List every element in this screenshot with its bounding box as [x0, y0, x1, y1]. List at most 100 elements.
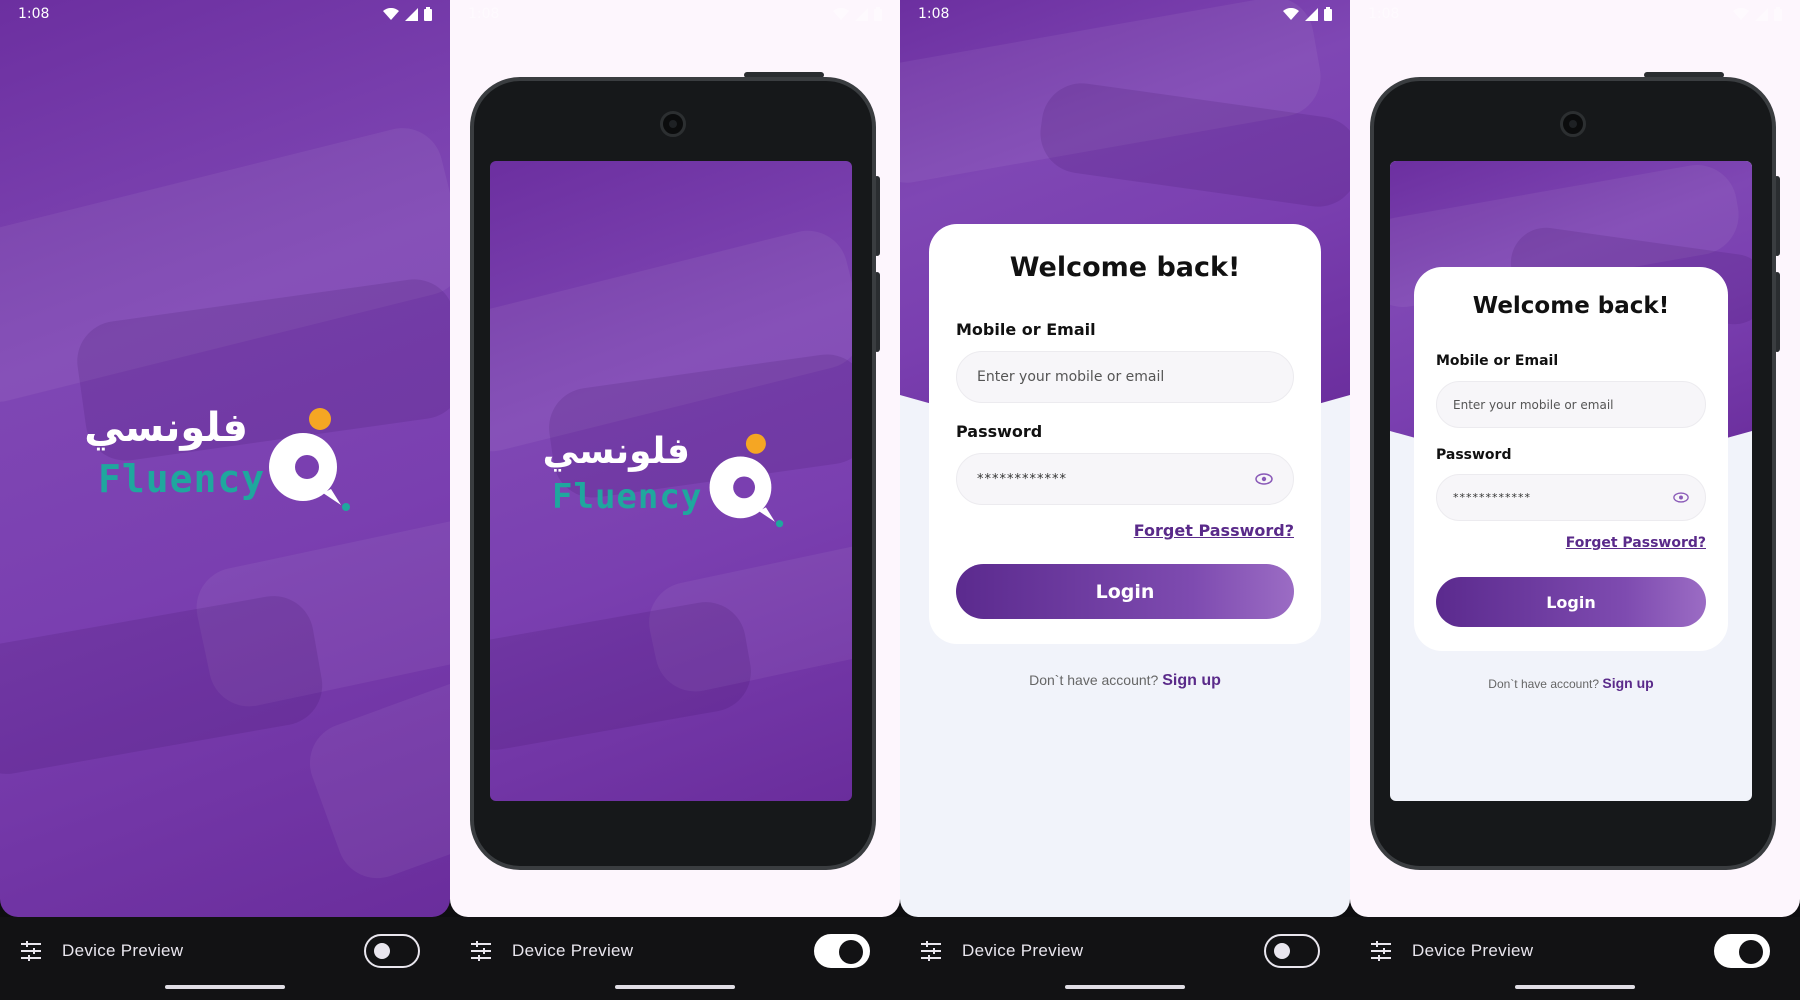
device-preview-label: Device Preview [1412, 941, 1534, 960]
toggle-knob [1739, 940, 1763, 964]
panel-login-fullscreen: 1:08 Welcome back! Mobile or Email Enter… [900, 0, 1350, 1000]
battery-icon [874, 7, 882, 21]
password-value: ************ [1453, 491, 1531, 504]
password-field[interactable]: ************ [956, 453, 1294, 505]
device-preview-bar: Device Preview [0, 917, 450, 1000]
tune-icon[interactable] [920, 940, 942, 962]
device-preview-gallery: 1:08 فلونسي Fluency Device Preview 1:08 … [0, 0, 1800, 1000]
status-time: 1:08 [918, 6, 950, 22]
status-time: 1:08 [18, 6, 50, 22]
device-preview-bar: Device Preview [900, 917, 1350, 1000]
login-screen: 1:08 Welcome back! Mobile or Email Enter… [900, 0, 1350, 917]
status-bar: 1:08 [1350, 0, 1800, 28]
login-button[interactable]: Login [956, 564, 1294, 619]
password-field[interactable]: ************ [1436, 474, 1706, 521]
no-account-text: Don`t have account? [1029, 672, 1159, 688]
signup-row: Don`t have account? Sign up [900, 672, 1350, 690]
no-account-text: Don`t have account? [1488, 677, 1600, 691]
password-label: Password [956, 422, 1043, 441]
phone-frame: Welcome back! Mobile or Email Enter your… [1370, 77, 1776, 870]
email-label: Mobile or Email [1436, 353, 1559, 369]
signal-icon [855, 7, 868, 21]
battery-icon [1324, 7, 1332, 21]
home-indicator[interactable] [1065, 985, 1185, 989]
device-screen-splash: فلونسي Fluency [490, 161, 852, 801]
forget-password-link[interactable]: Forget Password? [1566, 535, 1706, 551]
email-placeholder: Enter your mobile or email [977, 369, 1165, 385]
password-value: ************ [977, 471, 1067, 487]
signup-link[interactable]: Sign up [1162, 672, 1221, 689]
wifi-icon [833, 7, 849, 20]
bg-shape [490, 595, 758, 757]
status-icons [1733, 7, 1782, 21]
login-card: Welcome back! Mobile or Email Enter your… [929, 224, 1321, 644]
login-title: Welcome back! [1472, 293, 1670, 319]
panel-login-device: 1:08 Welcome back! Mobile or Email Enter… [1350, 0, 1800, 1000]
splash-screen: 1:08 فلونسي Fluency [0, 0, 450, 917]
status-time: 1:08 [1368, 6, 1400, 22]
toggle-knob [374, 943, 390, 959]
password-label: Password [1436, 447, 1512, 463]
device-preview-bar: Device Preview [450, 917, 900, 1000]
forget-password-link[interactable]: Forget Password? [1134, 521, 1294, 540]
home-indicator[interactable] [1515, 985, 1635, 989]
login-title: Welcome back! [1009, 252, 1241, 283]
device-preview-toggle[interactable] [1264, 934, 1320, 968]
battery-icon [424, 7, 432, 21]
device-preview-row: Device Preview [20, 934, 420, 968]
wifi-icon [1733, 7, 1749, 20]
phone-frame: فلونسي Fluency [470, 77, 876, 870]
camera-icon [1560, 111, 1586, 137]
fluency-logo: فلونسي Fluency [84, 405, 358, 515]
wifi-icon [1283, 7, 1299, 20]
logo-english-text: Fluency [98, 457, 266, 501]
device-preview-row: Device Preview [920, 934, 1320, 968]
device-preview-row: Device Preview [1370, 934, 1770, 968]
status-icons [1283, 7, 1332, 21]
email-label: Mobile or Email [956, 320, 1096, 339]
signal-icon [1305, 7, 1318, 21]
status-icons [833, 7, 882, 21]
panel-splash-fullscreen: 1:08 فلونسي Fluency Device Preview [0, 0, 450, 1000]
logo-english-text: Fluency [552, 477, 703, 517]
tune-icon[interactable] [20, 940, 42, 962]
logo-bubble-icon [269, 408, 350, 511]
logo-arabic-text: فلونسي [84, 405, 248, 451]
login-button[interactable]: Login [1436, 577, 1706, 627]
bg-shape [0, 589, 329, 781]
device-preview-bar: Device Preview [1350, 917, 1800, 1000]
preview-canvas: 1:08 Welcome back! Mobile or Email Enter… [1350, 0, 1800, 917]
signal-icon [405, 7, 418, 21]
tune-icon[interactable] [1370, 940, 1392, 962]
signup-link[interactable]: Sign up [1602, 675, 1653, 691]
panel-splash-device: 1:08 فلونسي Fluency Device Preview [450, 0, 900, 1000]
wifi-icon [383, 7, 399, 20]
eye-icon[interactable] [1673, 492, 1689, 503]
status-icons [383, 7, 432, 21]
eye-icon[interactable] [1255, 473, 1273, 485]
status-time: 1:08 [468, 6, 500, 22]
device-preview-toggle[interactable] [814, 934, 870, 968]
device-preview-row: Device Preview [470, 934, 870, 968]
login-card: Welcome back! Mobile or Email Enter your… [1414, 267, 1728, 651]
status-bar: 1:08 [0, 0, 450, 28]
preview-canvas: 1:08 فلونسي Fluency [450, 0, 900, 917]
battery-icon [1774, 7, 1782, 21]
fluency-logo: فلونسي Fluency [543, 431, 792, 531]
toggle-knob [839, 940, 863, 964]
email-field[interactable]: Enter your mobile or email [1436, 381, 1706, 428]
tune-icon[interactable] [470, 940, 492, 962]
logo-bubble-icon [709, 433, 784, 528]
device-preview-label: Device Preview [962, 941, 1084, 960]
device-preview-label: Device Preview [512, 941, 634, 960]
home-indicator[interactable] [165, 985, 285, 989]
status-bar: 1:08 [900, 0, 1350, 28]
toggle-knob [1274, 943, 1290, 959]
signup-row: Don`t have account? Sign up [1390, 675, 1752, 691]
email-placeholder: Enter your mobile or email [1453, 397, 1614, 412]
bg-shape [298, 670, 450, 890]
device-preview-toggle[interactable] [364, 934, 420, 968]
home-indicator[interactable] [615, 985, 735, 989]
device-preview-toggle[interactable] [1714, 934, 1770, 968]
email-field[interactable]: Enter your mobile or email [956, 351, 1294, 403]
